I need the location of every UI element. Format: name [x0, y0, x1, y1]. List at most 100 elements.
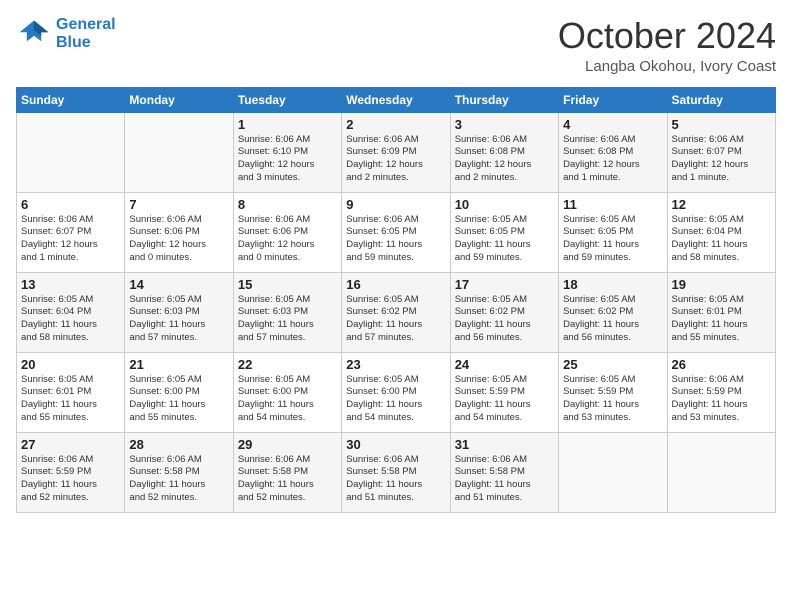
calendar-cell: 26Sunrise: 6:06 AM Sunset: 5:59 PM Dayli…	[667, 352, 775, 432]
calendar-cell: 12 Sunrise: 6:05 AM Sunset: 6:04 PM Dayli…	[667, 192, 775, 272]
calendar-cell: 25Sunrise: 6:05 AM Sunset: 5:59 PM Dayli…	[559, 352, 667, 432]
calendar-cell	[667, 432, 775, 512]
day-number: 30	[346, 437, 445, 452]
cell-content: Sunrise: 6:05 AM Sunset: 6:04 PM Dayligh…	[672, 214, 771, 265]
calendar-week-row: 6 Sunrise: 6:06 AM Sunset: 6:07 PM Daylig…	[17, 192, 776, 272]
calendar-cell: 21Sunrise: 6:05 AM Sunset: 6:00 PM Dayli…	[125, 352, 233, 432]
calendar-cell: 31Sunrise: 6:06 AM Sunset: 5:58 PM Dayli…	[450, 432, 558, 512]
weekday-header: Wednesday	[342, 87, 450, 112]
cell-content: Sunrise: 6:06 AM Sunset: 6:06 PM Dayligh…	[238, 214, 337, 265]
calendar-cell: 14 Sunrise: 6:05 AM Sunset: 6:03 PM Dayli…	[125, 272, 233, 352]
calendar-cell: 7 Sunrise: 6:06 AM Sunset: 6:06 PM Daylig…	[125, 192, 233, 272]
cell-content: Sunrise: 6:06 AM Sunset: 6:07 PM Dayligh…	[672, 134, 771, 185]
day-number: 6	[21, 197, 120, 212]
calendar-cell: 30Sunrise: 6:06 AM Sunset: 5:58 PM Dayli…	[342, 432, 450, 512]
cell-content: Sunrise: 6:05 AM Sunset: 6:03 PM Dayligh…	[238, 294, 337, 345]
cell-content: Sunrise: 6:06 AM Sunset: 6:07 PM Dayligh…	[21, 214, 120, 265]
cell-content: Sunrise: 6:05 AM Sunset: 6:02 PM Dayligh…	[346, 294, 445, 345]
logo: General Blue	[16, 16, 116, 52]
calendar-week-row: 13 Sunrise: 6:05 AM Sunset: 6:04 PM Dayli…	[17, 272, 776, 352]
cell-content: Sunrise: 6:06 AM Sunset: 5:58 PM Dayligh…	[238, 454, 337, 505]
calendar-cell: 17Sunrise: 6:05 AM Sunset: 6:02 PM Dayli…	[450, 272, 558, 352]
calendar-cell: 15 Sunrise: 6:05 AM Sunset: 6:03 PM Dayli…	[233, 272, 341, 352]
calendar-cell: 23 Sunrise: 6:05 AM Sunset: 6:00 PM Dayli…	[342, 352, 450, 432]
cell-content: Sunrise: 6:06 AM Sunset: 6:08 PM Dayligh…	[455, 134, 554, 185]
day-number: 14	[129, 277, 228, 292]
day-number: 18	[563, 277, 662, 292]
calendar-cell: 3 Sunrise: 6:06 AM Sunset: 6:08 PM Daylig…	[450, 112, 558, 192]
calendar-header-row: SundayMondayTuesdayWednesdayThursdayFrid…	[17, 87, 776, 112]
day-number: 10	[455, 197, 554, 212]
day-number: 19	[672, 277, 771, 292]
cell-content: Sunrise: 6:05 AM Sunset: 6:04 PM Dayligh…	[21, 294, 120, 345]
day-number: 9	[346, 197, 445, 212]
day-number: 31	[455, 437, 554, 452]
calendar-week-row: 20Sunrise: 6:05 AM Sunset: 6:01 PM Dayli…	[17, 352, 776, 432]
calendar-cell: 13 Sunrise: 6:05 AM Sunset: 6:04 PM Dayli…	[17, 272, 125, 352]
day-number: 7	[129, 197, 228, 212]
calendar-cell	[125, 112, 233, 192]
day-number: 8	[238, 197, 337, 212]
cell-content: Sunrise: 6:05 AM Sunset: 6:03 PM Dayligh…	[129, 294, 228, 345]
day-number: 3	[455, 117, 554, 132]
cell-content: Sunrise: 6:06 AM Sunset: 6:05 PM Dayligh…	[346, 214, 445, 265]
cell-content: Sunrise: 6:06 AM Sunset: 5:59 PM Dayligh…	[672, 374, 771, 425]
day-number: 25	[563, 357, 662, 372]
day-number: 22	[238, 357, 337, 372]
calendar-cell: 20Sunrise: 6:05 AM Sunset: 6:01 PM Dayli…	[17, 352, 125, 432]
day-number: 2	[346, 117, 445, 132]
weekday-header: Thursday	[450, 87, 558, 112]
day-number: 4	[563, 117, 662, 132]
weekday-header: Monday	[125, 87, 233, 112]
cell-content: Sunrise: 6:06 AM Sunset: 6:10 PM Dayligh…	[238, 134, 337, 185]
cell-content: Sunrise: 6:05 AM Sunset: 6:02 PM Dayligh…	[563, 294, 662, 345]
cell-content: Sunrise: 6:05 AM Sunset: 6:05 PM Dayligh…	[455, 214, 554, 265]
page-header: General Blue October 2024 Langba Okohou,…	[16, 16, 776, 75]
cell-content: Sunrise: 6:05 AM Sunset: 5:59 PM Dayligh…	[455, 374, 554, 425]
calendar-cell: 11 Sunrise: 6:05 AM Sunset: 6:05 PM Dayli…	[559, 192, 667, 272]
day-number: 12	[672, 197, 771, 212]
cell-content: Sunrise: 6:06 AM Sunset: 6:06 PM Dayligh…	[129, 214, 228, 265]
calendar-cell: 27 Sunrise: 6:06 AM Sunset: 5:59 PM Dayli…	[17, 432, 125, 512]
calendar-cell: 2 Sunrise: 6:06 AM Sunset: 6:09 PM Daylig…	[342, 112, 450, 192]
logo-icon	[16, 16, 52, 52]
day-number: 5	[672, 117, 771, 132]
calendar-cell: 16 Sunrise: 6:05 AM Sunset: 6:02 PM Dayli…	[342, 272, 450, 352]
logo-text: General Blue	[56, 16, 116, 51]
calendar-cell	[17, 112, 125, 192]
title-block: October 2024 Langba Okohou, Ivory Coast	[558, 16, 776, 75]
day-number: 23	[346, 357, 445, 372]
day-number: 1	[238, 117, 337, 132]
calendar-cell	[559, 432, 667, 512]
month-title: October 2024	[558, 16, 776, 56]
day-number: 11	[563, 197, 662, 212]
day-number: 16	[346, 277, 445, 292]
day-number: 15	[238, 277, 337, 292]
calendar-cell: 5 Sunrise: 6:06 AM Sunset: 6:07 PM Daylig…	[667, 112, 775, 192]
day-number: 27	[21, 437, 120, 452]
calendar-table: SundayMondayTuesdayWednesdayThursdayFrid…	[16, 87, 776, 513]
day-number: 24	[455, 357, 554, 372]
calendar-cell: 10 Sunrise: 6:05 AM Sunset: 6:05 PM Dayli…	[450, 192, 558, 272]
cell-content: Sunrise: 6:06 AM Sunset: 5:58 PM Dayligh…	[129, 454, 228, 505]
calendar-cell: 1 Sunrise: 6:06 AM Sunset: 6:10 PM Daylig…	[233, 112, 341, 192]
cell-content: Sunrise: 6:06 AM Sunset: 6:09 PM Dayligh…	[346, 134, 445, 185]
calendar-cell: 22 Sunrise: 6:05 AM Sunset: 6:00 PM Dayli…	[233, 352, 341, 432]
calendar-cell: 6 Sunrise: 6:06 AM Sunset: 6:07 PM Daylig…	[17, 192, 125, 272]
calendar-week-row: 1 Sunrise: 6:06 AM Sunset: 6:10 PM Daylig…	[17, 112, 776, 192]
cell-content: Sunrise: 6:05 AM Sunset: 6:05 PM Dayligh…	[563, 214, 662, 265]
calendar-cell: 29Sunrise: 6:06 AM Sunset: 5:58 PM Dayli…	[233, 432, 341, 512]
cell-content: Sunrise: 6:05 AM Sunset: 6:00 PM Dayligh…	[238, 374, 337, 425]
day-number: 21	[129, 357, 228, 372]
cell-content: Sunrise: 6:06 AM Sunset: 6:08 PM Dayligh…	[563, 134, 662, 185]
day-number: 17	[455, 277, 554, 292]
cell-content: Sunrise: 6:05 AM Sunset: 6:01 PM Dayligh…	[672, 294, 771, 345]
cell-content: Sunrise: 6:05 AM Sunset: 6:00 PM Dayligh…	[346, 374, 445, 425]
day-number: 13	[21, 277, 120, 292]
calendar-cell: 18 Sunrise: 6:05 AM Sunset: 6:02 PM Dayli…	[559, 272, 667, 352]
calendar-week-row: 27 Sunrise: 6:06 AM Sunset: 5:59 PM Dayli…	[17, 432, 776, 512]
day-number: 20	[21, 357, 120, 372]
calendar-cell: 4 Sunrise: 6:06 AM Sunset: 6:08 PM Daylig…	[559, 112, 667, 192]
cell-content: Sunrise: 6:06 AM Sunset: 5:59 PM Dayligh…	[21, 454, 120, 505]
calendar-cell: 19 Sunrise: 6:05 AM Sunset: 6:01 PM Dayli…	[667, 272, 775, 352]
